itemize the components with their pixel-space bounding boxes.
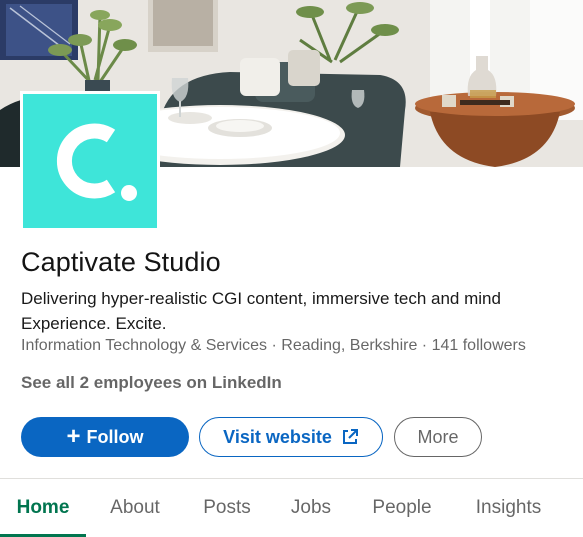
company-meta: Information Technology & Services · Read… xyxy=(21,337,526,355)
follow-label: Follow xyxy=(86,426,144,447)
tab-jobs[interactable]: Jobs xyxy=(276,479,346,537)
follow-button[interactable]: + Follow xyxy=(21,417,189,457)
tab-posts[interactable]: Posts xyxy=(188,479,266,537)
meta-separator: · xyxy=(267,337,282,354)
company-followers[interactable]: 141 followers xyxy=(432,337,526,354)
visit-website-button[interactable]: Visit website xyxy=(199,417,383,457)
see-employees-link[interactable]: See all 2 employees on LinkedIn xyxy=(21,373,282,393)
company-location: Reading, Berkshire xyxy=(281,337,418,354)
tab-home[interactable]: Home xyxy=(0,479,86,537)
tab-people[interactable]: People xyxy=(356,479,448,537)
external-link-icon xyxy=(342,429,358,444)
company-tagline: Delivering hyper-realistic CGI content, … xyxy=(21,289,501,333)
captivate-c-logo-icon xyxy=(23,94,157,228)
tab-insights[interactable]: Insights xyxy=(461,479,556,537)
company-tabs: Home About Posts Jobs People Insights xyxy=(0,479,583,537)
visit-website-label: Visit website xyxy=(223,426,332,447)
company-name: Captivate Studio xyxy=(21,247,221,277)
plus-icon: + xyxy=(66,423,81,450)
tab-about[interactable]: About xyxy=(91,479,179,537)
meta-separator: · xyxy=(417,337,432,354)
more-button[interactable]: More xyxy=(394,417,482,457)
company-industry: Information Technology & Services xyxy=(21,337,268,354)
company-logo[interactable] xyxy=(20,91,160,231)
